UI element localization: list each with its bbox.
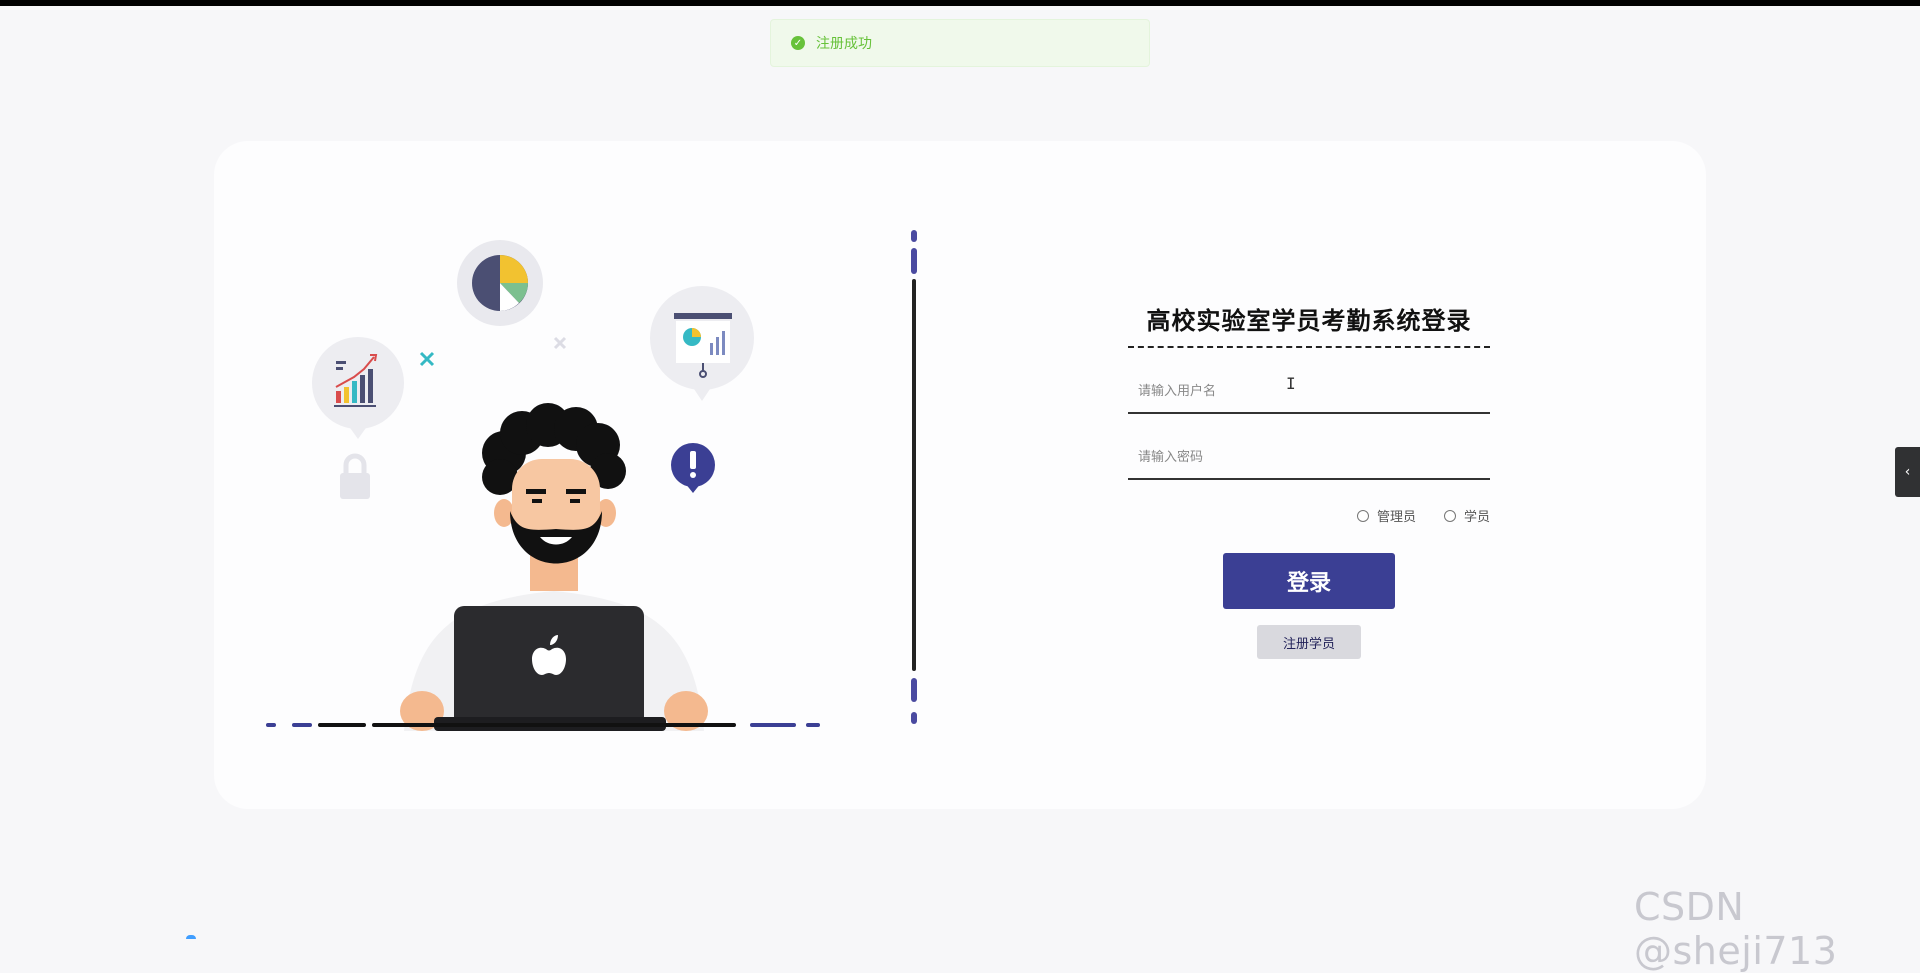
username-field-wrap: I: [1128, 360, 1490, 414]
login-form: 高校实验室学员考勤系统登录 I 管理员 学员 登录 注册学员: [1128, 301, 1490, 659]
text-cursor-icon: I: [1286, 374, 1296, 393]
man-with-laptop-illustration: [266, 240, 820, 731]
lock-icon: [340, 453, 370, 499]
radio-circle-icon: [1443, 509, 1456, 522]
person-figure: [400, 403, 708, 731]
password-field-wrap: [1128, 426, 1490, 480]
presentation-bubble-icon: [650, 286, 754, 401]
radio-circle-icon: [1356, 509, 1369, 522]
top-bar: [0, 0, 1920, 6]
toast-message: 注册成功: [816, 36, 872, 52]
login-title: 高校实验室学员考勤系统登录: [1128, 301, 1490, 348]
success-toast: ✓ 注册成功: [770, 19, 1150, 67]
bottom-indicator: [186, 935, 196, 939]
login-card: 高校实验室学员考勤系统登录 I 管理员 学员 登录 注册学员: [214, 141, 1706, 809]
check-circle-icon: ✓: [791, 36, 805, 50]
chevron-left-icon: ‹: [1904, 464, 1911, 480]
password-input[interactable]: [1128, 440, 1490, 474]
pie-chart-bubble-icon: [457, 240, 543, 326]
role-admin-radio[interactable]: 管理员: [1356, 506, 1416, 525]
role-admin-label: 管理员: [1376, 510, 1416, 525]
login-button[interactable]: 登录: [1223, 553, 1395, 609]
watermark: CSDN @sheji713: [1634, 885, 1838, 973]
side-panel-toggle[interactable]: ‹: [1895, 447, 1920, 497]
username-input[interactable]: [1128, 374, 1490, 408]
role-student-radio[interactable]: 学员: [1443, 506, 1490, 525]
growth-chart-bubble-icon: [312, 337, 404, 439]
role-selector: 管理员 学员: [1128, 506, 1490, 525]
vertical-divider: [911, 230, 917, 724]
cross-mark-icon: [419, 336, 567, 367]
alert-bubble-icon: [671, 443, 715, 493]
role-student-label: 学员: [1463, 510, 1490, 525]
register-student-button[interactable]: 注册学员: [1257, 625, 1361, 659]
